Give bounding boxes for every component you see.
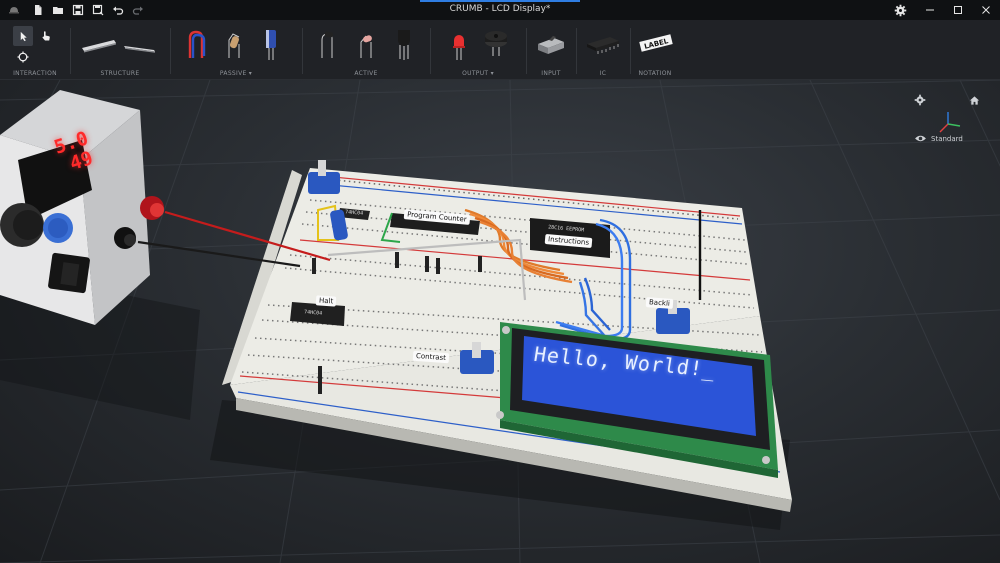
transistor-tool-icon[interactable]	[392, 26, 416, 62]
half-breadboard-tool-icon[interactable]	[122, 34, 158, 56]
minimize-icon[interactable]	[916, 0, 944, 20]
save-icon[interactable]	[68, 0, 88, 20]
output-group-label[interactable]: OUTPUT ▾	[430, 70, 526, 77]
structure-group-label: STRUCTURE	[100, 70, 140, 77]
circuit-scene[interactable]	[0, 80, 1000, 563]
title-accent	[420, 0, 580, 2]
diode-tool-icon[interactable]	[314, 28, 338, 62]
save-as-icon[interactable]	[88, 0, 108, 20]
output-group: OUTPUT ▾	[430, 20, 526, 80]
interaction-group-label: INTERACTION	[13, 70, 57, 77]
ic-group-label: IC	[599, 70, 607, 77]
app-logo-icon	[4, 0, 24, 20]
input-group-label: INPUT	[541, 70, 561, 77]
structure-group: STRUCTURE	[70, 20, 170, 80]
redo-icon[interactable]	[128, 0, 148, 20]
switch-tool-icon[interactable]	[534, 30, 568, 60]
breadboard-tool-icon[interactable]	[80, 34, 118, 56]
title-bar: CRUMB - LCD Display*	[0, 0, 1000, 20]
wire-tool-icon[interactable]	[184, 28, 210, 62]
passive-group: PASSIVE ▾	[170, 20, 302, 80]
led-diode-tool-icon[interactable]	[354, 28, 378, 62]
select-arrow-icon[interactable]	[13, 26, 33, 46]
backlight-label[interactable]: Backli	[645, 297, 674, 309]
interaction-group: INTERACTION	[0, 20, 70, 80]
passive-group-label[interactable]: PASSIVE ▾	[170, 70, 302, 77]
ic-chip-tool-icon[interactable]	[584, 32, 622, 56]
eye-icon	[915, 135, 926, 142]
label-tag-text: LABEL	[643, 37, 669, 51]
crosshair-probe-icon[interactable]	[13, 48, 33, 66]
buzzer-tool-icon[interactable]	[482, 28, 510, 58]
halt-label[interactable]: Halt	[315, 295, 337, 307]
maximize-icon[interactable]	[944, 0, 972, 20]
viewport-settings-icon[interactable]	[912, 92, 928, 108]
active-group: ACTIVE	[302, 20, 430, 80]
home-view-icon[interactable]	[966, 92, 982, 108]
notation-group-label: NOTATION	[638, 70, 672, 77]
settings-gear-icon[interactable]	[890, 1, 910, 19]
hand-pointer-icon[interactable]	[36, 26, 56, 46]
top-potentiometer[interactable]	[308, 160, 340, 194]
resistor-tool-icon[interactable]	[222, 28, 246, 62]
view-mode-toggle[interactable]: Standard	[914, 134, 963, 143]
close-icon[interactable]	[972, 0, 1000, 20]
axis-gizmo-icon[interactable]	[936, 110, 966, 136]
new-file-icon[interactable]	[28, 0, 48, 20]
power-supply[interactable]	[0, 90, 164, 325]
notation-group: LABEL NOTATION	[630, 20, 680, 80]
view-mode-label: Standard	[931, 134, 963, 143]
undo-icon[interactable]	[108, 0, 128, 20]
component-toolbar: INTERACTION STRUCTURE PASSIVE ▾ ACTIVE O…	[0, 20, 1000, 80]
capacitor-tool-icon[interactable]	[260, 26, 282, 62]
window-title: CRUMB - LCD Display*	[449, 4, 551, 14]
active-group-label: ACTIVE	[354, 70, 378, 77]
ic-group: IC	[576, 20, 630, 80]
input-group: INPUT	[526, 20, 576, 80]
open-folder-icon[interactable]	[48, 0, 68, 20]
3d-viewport[interactable]: Program Counter Instructions Halt Contra…	[0, 80, 1000, 563]
led-tool-icon[interactable]	[450, 26, 468, 62]
label-tag-tool-icon[interactable]: LABEL	[636, 32, 676, 54]
